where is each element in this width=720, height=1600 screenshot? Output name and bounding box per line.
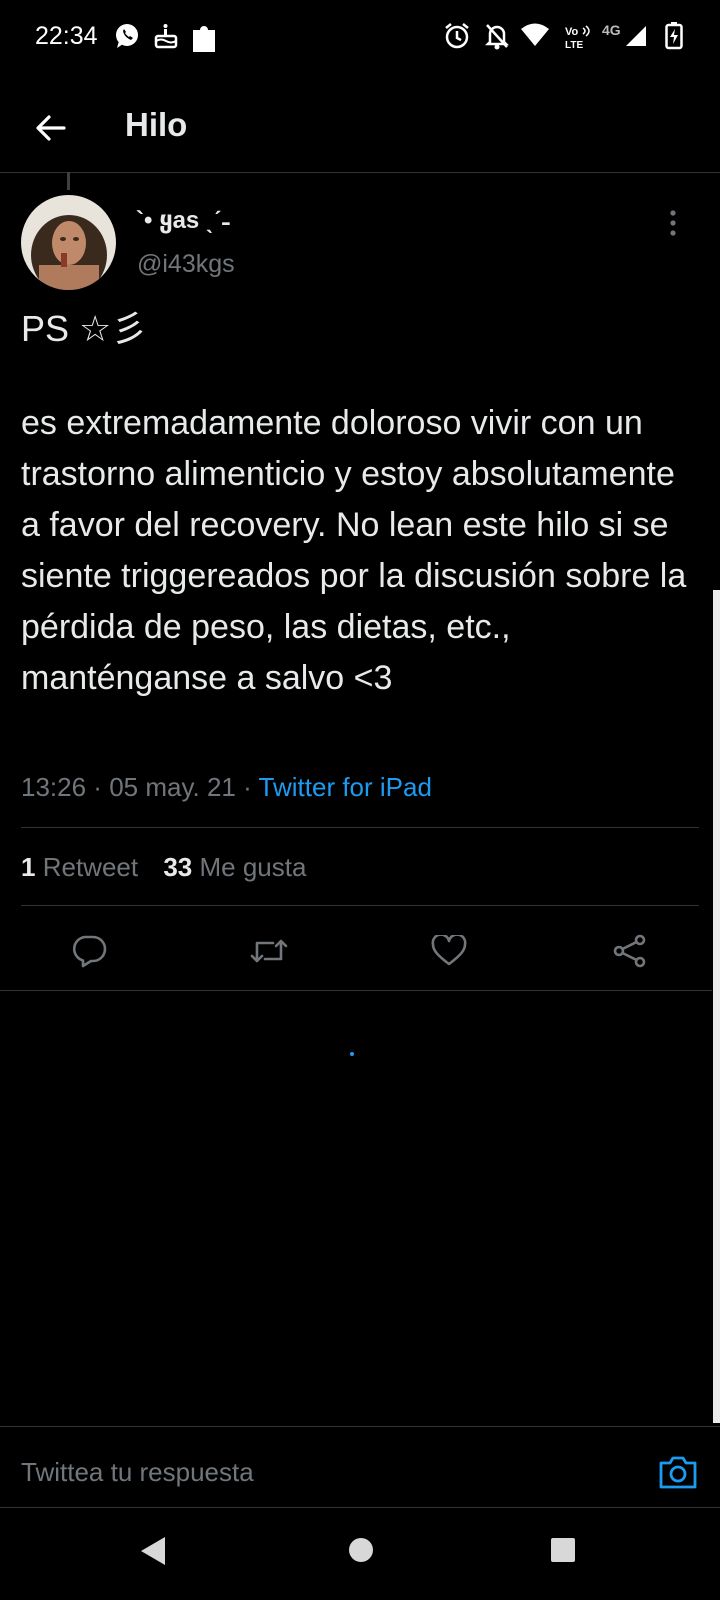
nav-back-icon xyxy=(141,1537,165,1565)
network-type: 4G xyxy=(602,22,621,38)
loading-indicator xyxy=(350,1052,354,1056)
tweet-body: es extremadamente doloroso vivir con un … xyxy=(21,404,687,697)
alarm-icon xyxy=(444,22,470,55)
share-icon xyxy=(613,934,646,968)
retweet-icon xyxy=(250,939,288,963)
thread-connector xyxy=(67,172,70,190)
notifications-off-icon xyxy=(484,22,510,55)
retweets-label: Retweet xyxy=(42,852,139,882)
back-arrow-icon xyxy=(36,115,66,141)
volte-icon: Vo LTE xyxy=(564,24,592,55)
status-bar: 22:34 Vo LTE 4G xyxy=(0,0,720,80)
cake-icon xyxy=(152,22,180,55)
tweet-date: 05 may. 21 xyxy=(109,772,236,802)
battery-charging-icon xyxy=(665,22,683,55)
display-name[interactable]: `• ყas ˎˊ˗ xyxy=(136,206,230,235)
likes-stat[interactable]: 33 Me gusta xyxy=(163,852,306,882)
nav-home-icon xyxy=(349,1538,373,1562)
reply-input[interactable]: Twittea tu respuesta xyxy=(21,1457,254,1488)
retweet-button[interactable] xyxy=(243,925,295,977)
avatar[interactable] xyxy=(21,195,116,290)
whatsapp-icon xyxy=(113,22,141,55)
nav-home-button[interactable] xyxy=(348,1537,374,1568)
tweet-time: 13:26 xyxy=(21,772,87,802)
reply-button[interactable] xyxy=(63,925,115,977)
likes-label: Me gusta xyxy=(199,852,307,882)
tweet-meta: 13:26 · 05 may. 21 · Twitter for iPad xyxy=(21,772,432,802)
page-title: Hilo xyxy=(125,106,188,143)
more-options-button[interactable] xyxy=(658,205,688,241)
retweets-count: 1 xyxy=(21,852,36,882)
divider xyxy=(0,990,712,991)
heart-icon xyxy=(431,935,467,966)
signal-icon xyxy=(624,24,648,53)
reply-icon xyxy=(72,935,107,968)
svg-text:LTE: LTE xyxy=(565,40,583,50)
puzzle-icon xyxy=(190,22,218,59)
tweet-title-line: PS ☆彡 xyxy=(21,308,148,349)
wifi-icon xyxy=(520,22,550,53)
more-vertical-icon xyxy=(670,210,676,236)
camera-button[interactable] xyxy=(658,1454,700,1490)
tweet-stats: 1 Retweet 33 Me gusta xyxy=(21,852,306,883)
nav-recents-icon xyxy=(551,1538,575,1562)
likes-count: 33 xyxy=(163,852,193,882)
back-button[interactable] xyxy=(22,106,78,150)
share-button[interactable] xyxy=(604,925,656,977)
retweets-stat[interactable]: 1 Retweet xyxy=(21,852,138,882)
nav-back-button[interactable] xyxy=(138,1535,168,1572)
user-handle[interactable]: @i43kgs xyxy=(137,250,235,279)
system-nav-bar xyxy=(0,1507,720,1600)
camera-icon xyxy=(659,1456,697,1489)
status-time: 22:34 xyxy=(35,22,98,50)
app-bar: Hilo xyxy=(0,80,720,173)
divider xyxy=(21,827,699,828)
like-button[interactable] xyxy=(423,925,475,977)
svg-text:Vo: Vo xyxy=(565,26,579,38)
tweet-source-link[interactable]: Twitter for iPad xyxy=(259,772,432,802)
scrollbar[interactable] xyxy=(713,590,720,1423)
nav-recents-button[interactable] xyxy=(550,1537,576,1568)
divider xyxy=(21,905,699,906)
